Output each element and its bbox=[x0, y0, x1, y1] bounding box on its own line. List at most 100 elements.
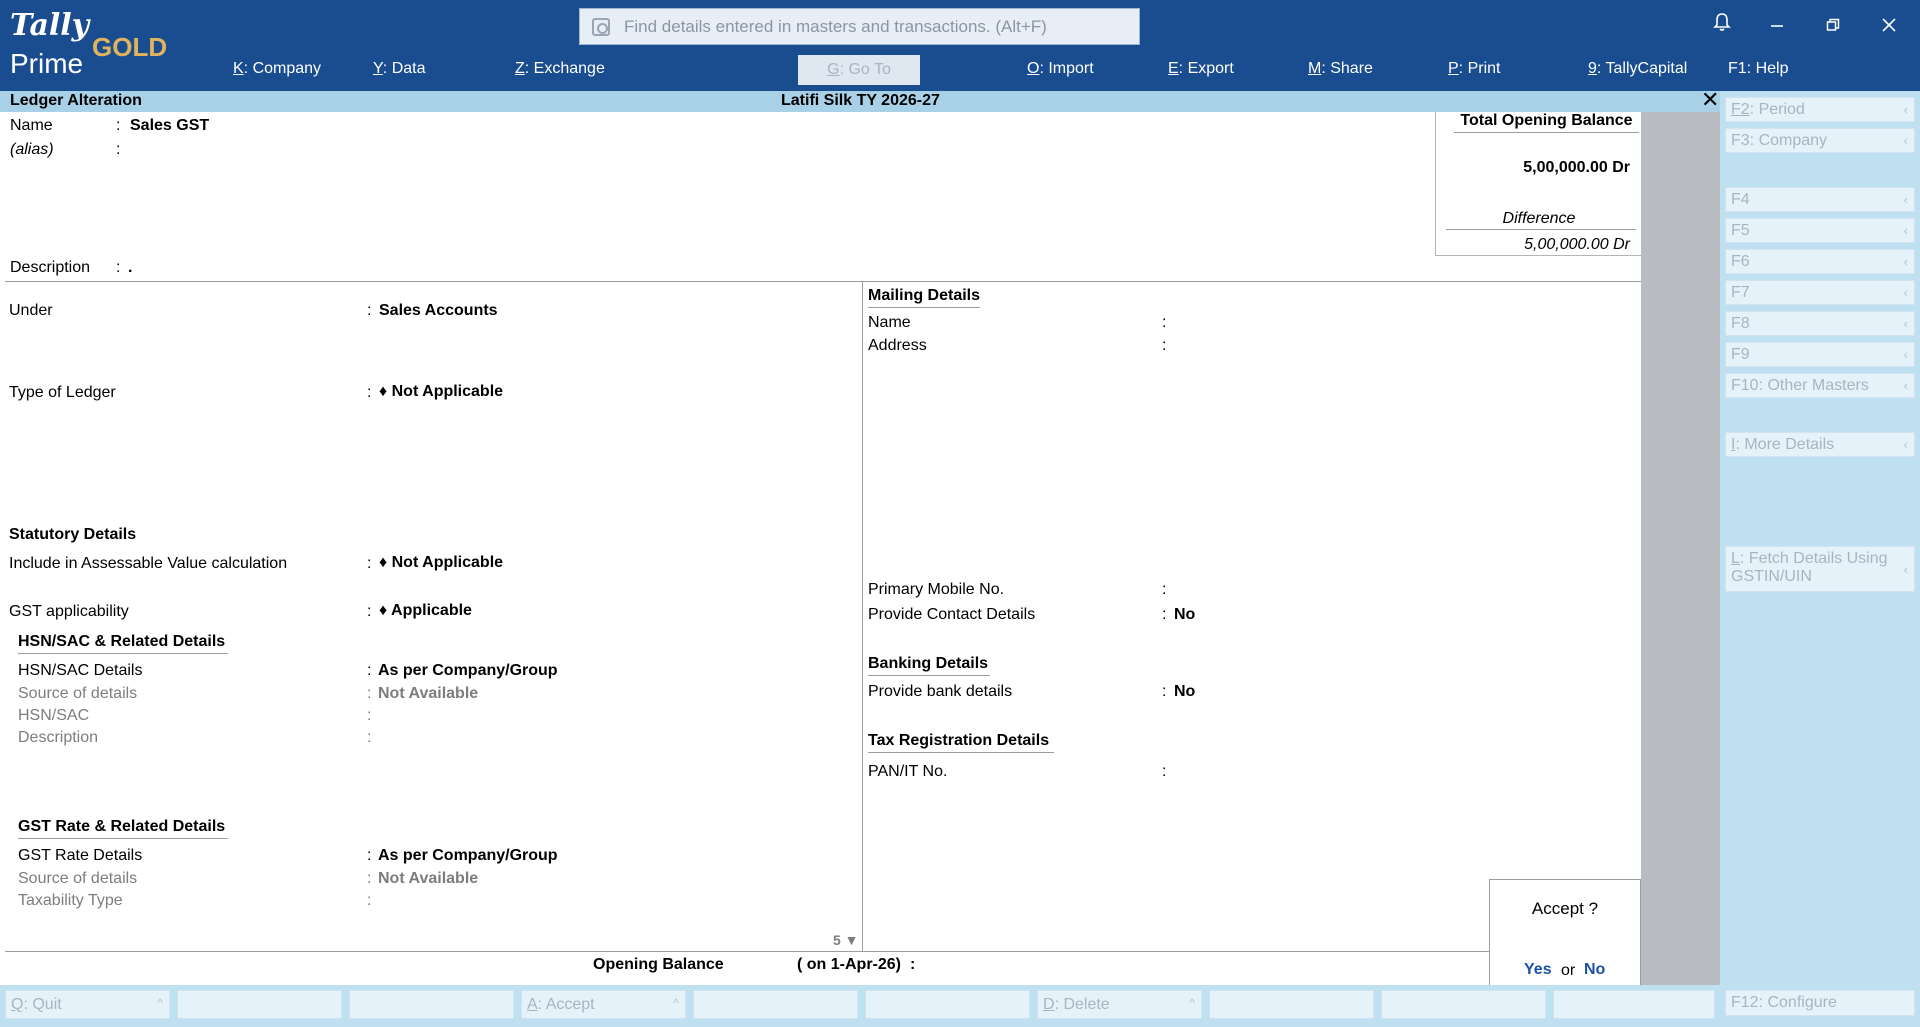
side-button-f4[interactable]: F4 ‹ bbox=[1725, 187, 1915, 212]
mailing-address-label: Address bbox=[868, 337, 927, 354]
side-button-f6[interactable]: F6 ‹ bbox=[1725, 249, 1915, 274]
bottom-button-empty[interactable] bbox=[693, 990, 858, 1019]
chevron-left-icon: ‹ bbox=[1903, 378, 1908, 393]
under-label: Under bbox=[9, 302, 53, 319]
bottom-button-bar: Q: Quit ^ A: Accept ^ D: Delete ^ bbox=[0, 985, 1720, 1027]
side-button-company[interactable]: F3: Company ‹ bbox=[1725, 128, 1915, 153]
bottom-button-empty[interactable] bbox=[1553, 990, 1715, 1019]
rate-source-value: Not Available bbox=[378, 870, 479, 887]
side-button-f7[interactable]: F7 ‹ bbox=[1725, 280, 1915, 305]
difference-label: Difference bbox=[1502, 210, 1576, 227]
search-bar[interactable] bbox=[579, 8, 1140, 45]
mailing-name-label: Name bbox=[868, 314, 911, 331]
opening-balance-label: Opening Balance bbox=[593, 956, 724, 973]
bottom-button-delete[interactable]: D: Delete ^ bbox=[1037, 990, 1202, 1019]
taxability-type-label: Taxability Type bbox=[18, 892, 123, 909]
hsn-source-label: Source of details bbox=[18, 685, 138, 702]
diamond-icon: ♦ bbox=[379, 602, 388, 619]
description-field[interactable]: . bbox=[128, 259, 132, 277]
menu-import[interactable]: O: Import bbox=[1027, 60, 1094, 78]
search-icon bbox=[592, 17, 610, 36]
accept-or-text: or bbox=[1561, 962, 1576, 979]
total-opening-balance-heading: Total Opening Balance bbox=[1454, 112, 1639, 133]
search-input[interactable] bbox=[624, 16, 1104, 37]
chevron-up-icon: ^ bbox=[1189, 996, 1195, 1010]
gst-rate-details-field[interactable]: As per Company/Group bbox=[378, 847, 558, 865]
bottom-button-accept[interactable]: A: Accept ^ bbox=[521, 990, 686, 1019]
side-button-configure[interactable]: F12: Configure bbox=[1725, 990, 1915, 1016]
side-button-fetch-gstin[interactable]: L: Fetch Details Using GSTIN/UIN ‹ bbox=[1725, 546, 1915, 592]
chevron-left-icon: ‹ bbox=[1903, 285, 1908, 300]
diamond-icon: ♦ bbox=[379, 554, 388, 571]
side-button-f9[interactable]: F9 ‹ bbox=[1725, 342, 1915, 367]
gst-rate-details-label: GST Rate Details bbox=[18, 847, 143, 864]
type-of-ledger-field[interactable]: ♦ Not Applicable bbox=[379, 383, 503, 401]
chevron-left-icon: ‹ bbox=[1903, 437, 1908, 452]
hsn-description-label: Description bbox=[18, 729, 99, 746]
menu-company[interactable]: K: Company bbox=[233, 60, 321, 78]
hsn-source-value: Not Available bbox=[378, 685, 479, 702]
side-button-f8[interactable]: F8 ‹ bbox=[1725, 311, 1915, 336]
page-indicator: 5 ▼ bbox=[833, 932, 859, 948]
rate-source-label: Source of details bbox=[18, 870, 138, 887]
statutory-details-heading: Statutory Details bbox=[9, 526, 137, 543]
section-divider bbox=[5, 281, 1641, 282]
bottom-button-empty[interactable] bbox=[1381, 990, 1546, 1019]
menu-share[interactable]: M: Share bbox=[1308, 60, 1373, 78]
menu-goto[interactable]: G: Go To bbox=[798, 55, 920, 85]
side-button-period[interactable]: F2: Period ‹ bbox=[1725, 97, 1915, 122]
provide-bank-field[interactable]: No bbox=[1174, 683, 1195, 701]
gst-applicability-field[interactable]: ♦ Applicable bbox=[379, 602, 472, 620]
side-button-other-masters[interactable]: F10: Other Masters ‹ bbox=[1725, 373, 1915, 398]
logo-tally-text: Tally bbox=[10, 8, 90, 43]
chevron-left-icon: ‹ bbox=[1903, 254, 1908, 269]
opening-balance-field[interactable] bbox=[925, 952, 1185, 978]
description-label: Description bbox=[10, 259, 91, 276]
provide-contact-field[interactable]: No bbox=[1174, 606, 1195, 624]
diamond-icon: ♦ bbox=[379, 383, 388, 400]
under-field[interactable]: Sales Accounts bbox=[379, 302, 498, 320]
bottom-divider bbox=[5, 951, 1489, 952]
menu-exchange[interactable]: Z: Exchange bbox=[515, 60, 605, 78]
pan-label: PAN/IT No. bbox=[868, 763, 948, 780]
bottom-button-empty[interactable] bbox=[349, 990, 514, 1019]
restore-icon[interactable] bbox=[1818, 12, 1848, 40]
bottom-button-empty[interactable] bbox=[1209, 990, 1374, 1019]
accept-no-button[interactable]: No bbox=[1584, 961, 1605, 979]
gst-rate-heading: GST Rate & Related Details bbox=[18, 818, 228, 839]
accept-yes-button[interactable]: Yes bbox=[1524, 961, 1552, 979]
tax-registration-heading: Tax Registration Details bbox=[868, 732, 1054, 753]
chevron-left-icon: ‹ bbox=[1903, 562, 1908, 577]
chevron-left-icon: ‹ bbox=[1903, 192, 1908, 207]
close-screen-icon[interactable]: ✕ bbox=[1701, 87, 1719, 113]
type-of-ledger-label: Type of Ledger bbox=[9, 384, 116, 401]
menu-export[interactable]: E: Export bbox=[1168, 60, 1234, 78]
minimize-icon[interactable] bbox=[1762, 12, 1792, 40]
name-label: Name bbox=[10, 117, 53, 134]
name-field[interactable]: Sales GST bbox=[130, 117, 209, 135]
notification-bell-icon[interactable] bbox=[1707, 12, 1737, 40]
company-title: Latifi Silk TY 2026-27 bbox=[781, 92, 940, 109]
side-button-more-details[interactable]: I: More Details ‹ bbox=[1725, 432, 1915, 457]
menu-help[interactable]: F1: Help bbox=[1728, 60, 1788, 78]
difference-amount: 5,00,000.00 Dr bbox=[1524, 236, 1630, 253]
hsn-sac-details-label: HSN/SAC Details bbox=[18, 662, 143, 679]
menu-print[interactable]: P: Print bbox=[1448, 60, 1500, 78]
bottom-button-empty[interactable] bbox=[865, 990, 1030, 1019]
right-button-panel: F2: Period ‹ F3: Company ‹ F4 ‹ F5 ‹ F6 ‹ F7 ‹… bbox=[1720, 91, 1920, 1027]
chevron-up-icon: ^ bbox=[157, 996, 163, 1010]
hsn-sac-details-field[interactable]: As per Company/Group bbox=[378, 662, 558, 680]
menu-tallycapital[interactable]: 9: TallyCapital bbox=[1588, 60, 1687, 78]
opening-balance-summary: Total Opening Balance 5,00,000.00 Dr Dif… bbox=[1435, 112, 1641, 256]
provide-contact-label: Provide Contact Details bbox=[868, 606, 1036, 623]
accept-question: Accept ? bbox=[1531, 899, 1599, 918]
accept-dialog: Accept ? Yes or No bbox=[1489, 879, 1641, 987]
side-button-f5[interactable]: F5 ‹ bbox=[1725, 218, 1915, 243]
assessable-value-field[interactable]: ♦ Not Applicable bbox=[379, 554, 503, 572]
bottom-button-quit[interactable]: Q: Quit ^ bbox=[5, 990, 170, 1019]
menu-data[interactable]: Y: Data bbox=[373, 60, 425, 78]
hsn-sac-label: HSN/SAC bbox=[18, 707, 90, 724]
bottom-button-empty[interactable] bbox=[177, 990, 342, 1019]
chevron-left-icon: ‹ bbox=[1903, 102, 1908, 117]
close-icon[interactable] bbox=[1874, 12, 1904, 40]
